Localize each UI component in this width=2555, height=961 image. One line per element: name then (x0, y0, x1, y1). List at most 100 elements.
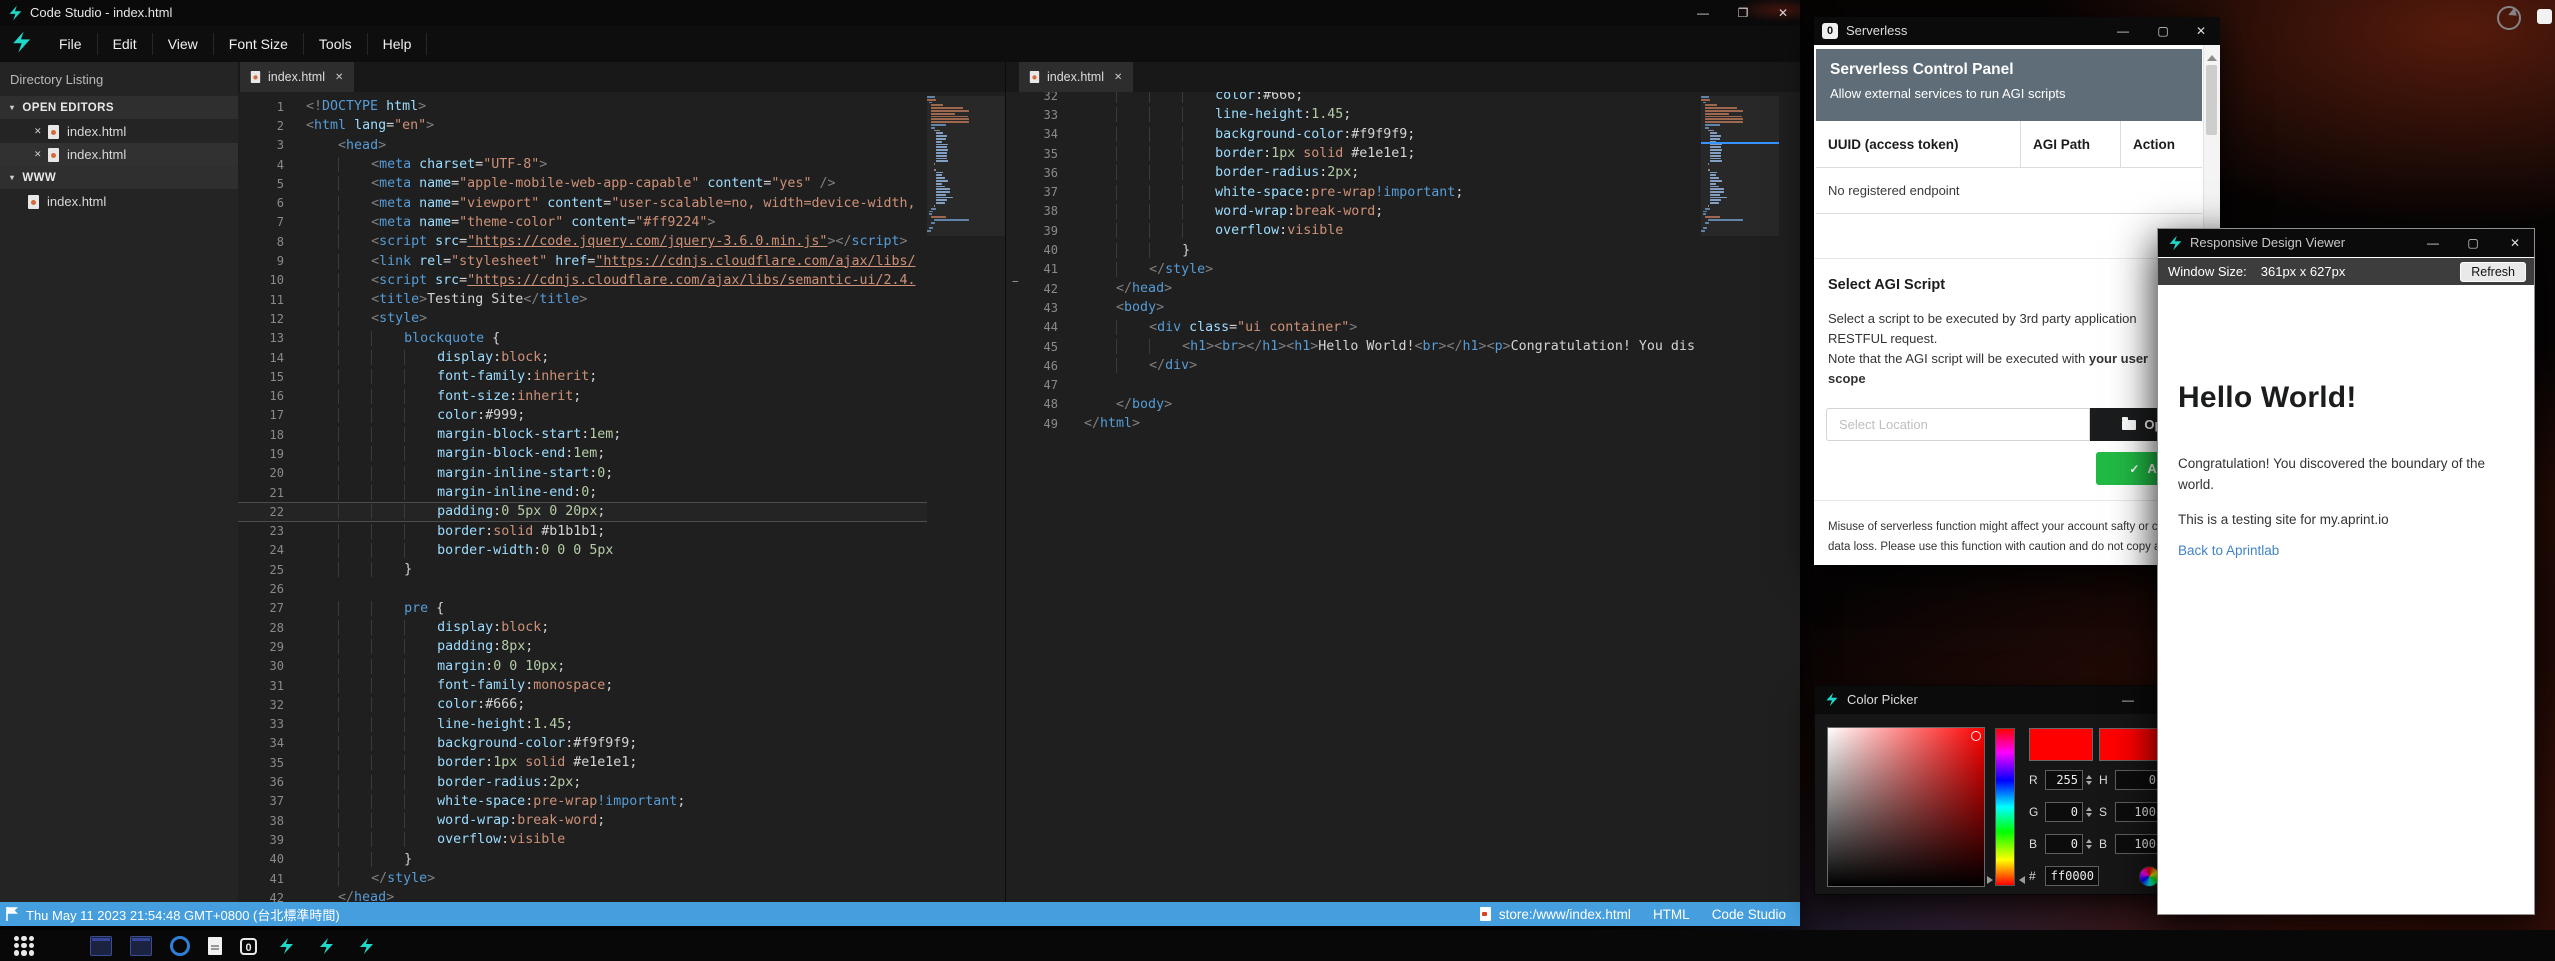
code-line-33[interactable]: 33 line-height:1.45; (238, 715, 1005, 734)
scroll-up-icon[interactable] (2207, 50, 2217, 61)
code-line-1[interactable]: 1<!DOCTYPE html> (238, 97, 1005, 116)
code-line-49[interactable]: 49</html> (1006, 414, 1800, 433)
code-line-7[interactable]: 7 <meta name="theme-color" content="#ff9… (238, 213, 1005, 232)
code-line-29[interactable]: 29 padding:8px; (238, 637, 1005, 656)
saturation-value-area[interactable] (1827, 727, 1985, 887)
code-line-25[interactable]: 25 } (238, 560, 1005, 579)
code-line-47[interactable]: 47 (1006, 375, 1800, 394)
code-line-37[interactable]: 37 white-space:pre-wrap!important; (238, 792, 1005, 811)
close-icon[interactable]: ✕ (34, 126, 48, 137)
sidebar-item-index.html[interactable]: ✕index.html (0, 190, 238, 213)
menu-item-file[interactable]: File (44, 33, 98, 55)
code-line-44[interactable]: 44 <div class="ui container"> (1006, 318, 1800, 337)
editor-pane-left[interactable]: 1<!DOCTYPE html>2<html lang="en">3 <head… (238, 92, 1005, 902)
maximize-button[interactable]: ▢ (2150, 22, 2176, 40)
code-line-4[interactable]: 4 <meta charset="UTF-8"> (238, 155, 1005, 174)
select-location-input[interactable]: Select Location (1826, 408, 2090, 441)
app-launcher-icon[interactable] (14, 936, 34, 956)
code-line-11[interactable]: 11 <title>Testing Site</title> (238, 290, 1005, 309)
tab-close-icon[interactable]: ✕ (335, 72, 343, 83)
code-line-33[interactable]: 33 line-height:1.45; (1006, 105, 1800, 124)
code-line-5[interactable]: 5 <meta name="apple-mobile-web-app-capab… (238, 174, 1005, 193)
close-button[interactable]: ✕ (1770, 4, 1796, 22)
title-bar[interactable]: Color Picker — (1815, 686, 2199, 714)
code-line-42[interactable]: 42 </head> (1006, 279, 1800, 298)
hex-field[interactable]: #ff0000 (2029, 865, 2119, 887)
code-studio-app-icon[interactable] (275, 936, 297, 956)
code-line-16[interactable]: 16 font-size:inherit; (238, 386, 1005, 405)
code-line-17[interactable]: 17 color:#999; (238, 406, 1005, 425)
code-line-37[interactable]: 37 white-space:pre-wrap!important; (1006, 182, 1800, 201)
code-line-15[interactable]: 15 font-family:inherit; (238, 367, 1005, 386)
code-line-27[interactable]: 27 pre { (238, 599, 1005, 618)
blue-field[interactable]: B0 (2029, 833, 2095, 855)
menu-item-font-size[interactable]: Font Size (214, 33, 304, 55)
status-app[interactable]: Code Studio (1712, 907, 1786, 922)
code-line-40[interactable]: 40 } (1006, 240, 1800, 259)
code-line-22[interactable]: 22 padding:0 5px 0 20px; (238, 502, 1005, 521)
code-studio-app-icon[interactable] (355, 936, 377, 956)
code-line-39[interactable]: 39 overflow:visible (238, 830, 1005, 849)
title-bar[interactable]: 0 Serverless — ▢ ✕ (1814, 17, 2220, 45)
code-line-36[interactable]: 36 border-radius:2px; (238, 772, 1005, 791)
green-field[interactable]: G0 (2029, 801, 2095, 823)
code-line-39[interactable]: 39 overflow:visible (1006, 221, 1800, 240)
code-line-2[interactable]: 2<html lang="en"> (238, 116, 1005, 135)
sidebar-item-index.html[interactable]: ✕index.html (0, 143, 238, 166)
pane-divider[interactable] (1005, 62, 1006, 902)
code-line-41[interactable]: 41 </style> (238, 869, 1005, 888)
close-icon[interactable]: ✕ (34, 149, 48, 160)
serverless-app-icon[interactable]: 0 (240, 938, 257, 955)
code-line-36[interactable]: 36 border-radius:2px; (1006, 163, 1800, 182)
window-app-icon[interactable] (90, 936, 112, 956)
code-line-46[interactable]: 46 </div> (1006, 356, 1800, 375)
maximize-button[interactable]: ▢ (2460, 234, 2486, 252)
editor-pane-right[interactable]: 32 color:#666;33 line-height:1.45;34 bac… (1006, 92, 1800, 902)
widget-icon[interactable] (2537, 9, 2552, 24)
code-line-21[interactable]: 21 margin-inline-end:0; (238, 483, 1005, 502)
browser-icon[interactable] (170, 936, 190, 956)
close-button[interactable]: ✕ (2502, 234, 2528, 252)
refresh-button[interactable]: Refresh (2460, 262, 2526, 282)
code-line-24[interactable]: 24 border-width:0 0 0 5px (238, 541, 1005, 560)
code-line-41[interactable]: 41 </style> (1006, 260, 1800, 279)
code-line-20[interactable]: 20 margin-inline-start:0; (238, 464, 1005, 483)
code-line-6[interactable]: 6 <meta name="viewport" content="user-sc… (238, 193, 1005, 212)
code-line-38[interactable]: 38 word-wrap:break-word; (238, 811, 1005, 830)
minimap[interactable] (1701, 96, 1779, 902)
code-line-28[interactable]: 28 display:block; (238, 618, 1005, 637)
code-line-13[interactable]: 13 blockquote { (238, 329, 1005, 348)
hue-slider[interactable] (1995, 728, 2015, 886)
status-language[interactable]: HTML (1653, 907, 1690, 922)
code-line-43[interactable]: 43 <body> (1006, 298, 1800, 317)
menu-item-tools[interactable]: Tools (304, 33, 368, 55)
code-line-35[interactable]: 35 border:1px solid #e1e1e1; (238, 753, 1005, 772)
sidebar-section-www[interactable]: ▾WWW (0, 166, 238, 189)
code-line-8[interactable]: 8 <script src="https://code.jquery.com/j… (238, 232, 1005, 251)
code-line-26[interactable]: 26 (238, 579, 1005, 598)
tab-index-html-pane1[interactable]: index.html ✕ (240, 62, 354, 92)
fold-icon[interactable]: − (1012, 275, 1019, 288)
sidebar-section-open-editors[interactable]: ▾OPEN EDITORS (0, 96, 238, 119)
menu-item-edit[interactable]: Edit (98, 33, 153, 55)
tab-index-html-pane2[interactable]: index.html ✕ (1019, 62, 1133, 92)
title-bar[interactable]: Responsive Design Viewer — ▢ ✕ (2158, 229, 2534, 257)
code-line-23[interactable]: 23 border:solid #b1b1b1; (238, 522, 1005, 541)
window-app-icon[interactable] (130, 936, 152, 956)
code-line-40[interactable]: 40 } (238, 850, 1005, 869)
code-line-34[interactable]: 34 background-color:#f9f9f9; (1006, 125, 1800, 144)
status-file[interactable]: store:/www/index.html (1480, 907, 1631, 922)
refresh-icon[interactable] (2497, 6, 2521, 30)
color-marker[interactable] (1971, 731, 1981, 741)
title-bar[interactable]: Code Studio - index.html — ❐ ✕ (0, 0, 1800, 26)
code-line-30[interactable]: 30 margin:0 0 10px; (238, 657, 1005, 676)
code-line-32[interactable]: 32 color:#666; (1006, 92, 1800, 105)
code-line-34[interactable]: 34 background-color:#f9f9f9; (238, 734, 1005, 753)
code-line-45[interactable]: 45 <h1><br></h1><h1>Hello World!<br></h1… (1006, 337, 1800, 356)
code-line-12[interactable]: 12 <style> (238, 309, 1005, 328)
menu-item-view[interactable]: View (153, 33, 214, 55)
code-line-31[interactable]: 31 font-family:monospace; (238, 676, 1005, 695)
code-line-18[interactable]: 18 margin-block-start:1em; (238, 425, 1005, 444)
menu-item-help[interactable]: Help (368, 33, 428, 55)
stepper-icon[interactable] (2086, 836, 2092, 852)
